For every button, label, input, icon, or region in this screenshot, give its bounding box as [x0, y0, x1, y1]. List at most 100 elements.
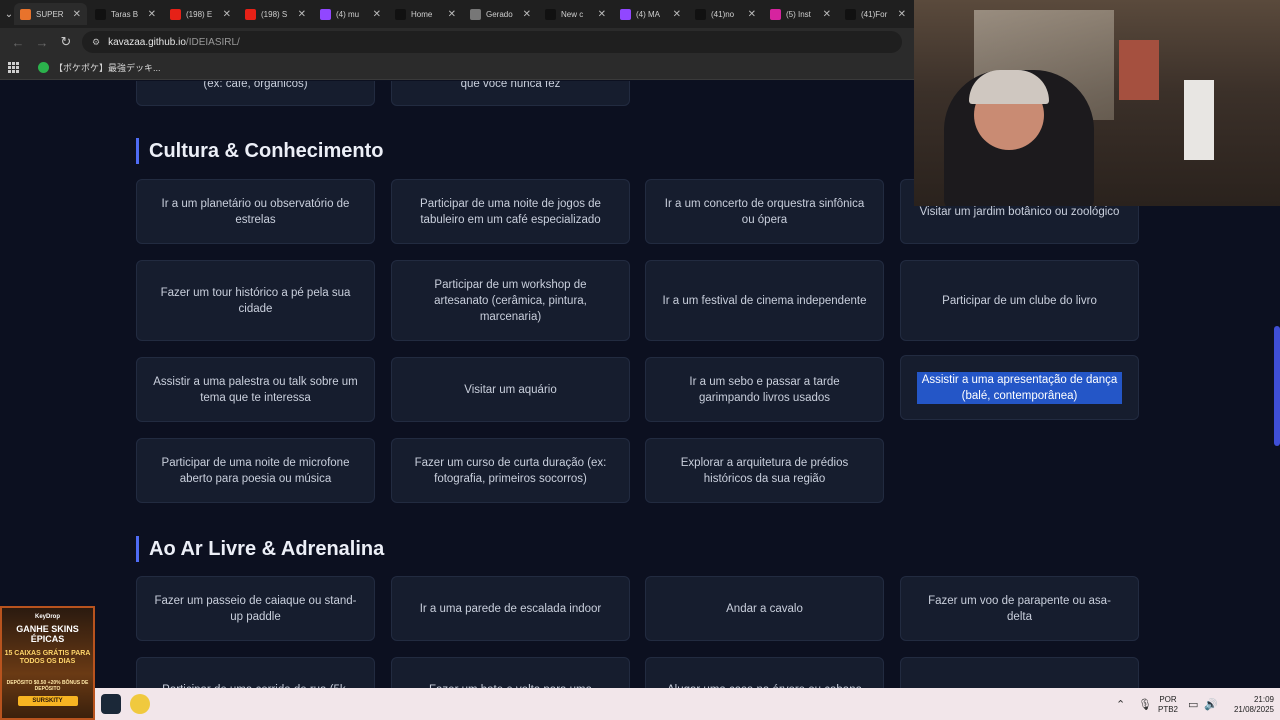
- idea-card-text: (ex: café, orgânicos): [203, 81, 308, 90]
- idea-card[interactable]: Fazer um curso de curta duração (ex: fot…: [391, 438, 630, 503]
- browser-tab[interactable]: SUPER ✕: [14, 3, 87, 25]
- idea-card-text: Fazer um tour histórico a pé pela sua ci…: [160, 286, 351, 315]
- tab-close-icon[interactable]: ✕: [523, 9, 531, 20]
- toolbar: ← → ↻ ⚙ kavazaa.github.io/IDEIASIRL/: [0, 28, 914, 56]
- idea-card[interactable]: Andar a cavalo: [645, 576, 884, 641]
- bookmark-item[interactable]: 【ポケポケ】最強デッキ...: [54, 61, 161, 74]
- forward-icon[interactable]: →: [30, 30, 54, 54]
- idea-card[interactable]: Assistir a uma palestra ou talk sobre um…: [136, 357, 375, 422]
- reload-icon[interactable]: ↻: [54, 30, 78, 54]
- idea-card[interactable]: Ir a uma parede de escalada indoor: [391, 576, 630, 641]
- idea-card[interactable]: (ex: café, orgânicos): [136, 81, 375, 106]
- site-info-icon[interactable]: ⚙: [92, 37, 100, 48]
- tab-favicon-icon: [770, 8, 781, 20]
- ad-brand: KeyDrop: [34, 614, 60, 620]
- browser-tab[interactable]: (41)no ✕: [689, 3, 762, 25]
- idea-card[interactable]: Visitar um aquário: [391, 357, 630, 422]
- idea-card-text: Participar de um clube do livro: [942, 294, 1097, 307]
- idea-card-text: Assistir a uma apresentação de dança (ba…: [917, 371, 1122, 404]
- volume-icon[interactable]: 🔊: [1204, 698, 1218, 711]
- tab-title: Taras B: [111, 9, 139, 19]
- browser-tab[interactable]: (5) Inst ✕: [764, 3, 837, 25]
- tab-title: (41)no: [711, 9, 735, 19]
- tab-favicon-icon: [320, 8, 331, 20]
- tab-title: Gerado: [486, 9, 513, 19]
- idea-card[interactable]: Ir a um sebo e passar a tarde garimpando…: [645, 357, 884, 422]
- tab-search-chevron-icon[interactable]: ⌄: [4, 0, 14, 28]
- browser-tab[interactable]: (41)For ✕: [839, 3, 912, 25]
- idea-card[interactable]: Participar de uma corrida de rua (5k,: [136, 657, 375, 688]
- tray-chevron-icon[interactable]: ⌃: [1116, 698, 1125, 711]
- idea-card[interactable]: Ir a um concerto de orquestra sinfônica …: [645, 179, 884, 244]
- idea-card[interactable]: que você nunca fez: [391, 81, 630, 106]
- microphone-icon[interactable]: 🎙: [1138, 698, 1152, 711]
- idea-card[interactable]: Fazer um voo de parapente ou asa-delta: [900, 576, 1139, 641]
- idea-card[interactable]: Participar de uma noite de microfone abe…: [136, 438, 375, 503]
- tab-title: (41)For: [861, 9, 888, 19]
- clock[interactable]: 21:09 21/08/2025: [1222, 695, 1274, 715]
- tab-list: SUPER ✕ Taras B ✕ (198) E ✕ (198) S ✕ (4) mu ✕ Hom…: [14, 3, 914, 25]
- browser-tab[interactable]: (198) E ✕: [164, 3, 237, 25]
- tab-close-icon[interactable]: ✕: [73, 9, 81, 20]
- language-indicator[interactable]: POR PTB2: [1156, 695, 1180, 715]
- idea-card-text: Visitar um aquário: [464, 383, 557, 396]
- tab-close-icon[interactable]: ✕: [373, 9, 381, 20]
- steam-icon[interactable]: [101, 694, 121, 714]
- idea-card-text: Ir a um sebo e passar a tarde garimpando…: [689, 375, 840, 404]
- browser-tab[interactable]: Home ✕: [389, 3, 462, 25]
- browser-tab[interactable]: (4) MA ✕: [614, 3, 687, 25]
- idea-card[interactable]: Ir a um planetário ou observatório de es…: [136, 179, 375, 244]
- tab-favicon-icon: [470, 8, 481, 20]
- idea-card[interactable]: Participar de uma noite de jogos de tabu…: [391, 179, 630, 244]
- address-bar[interactable]: ⚙ kavazaa.github.io/IDEIASIRL/: [82, 31, 902, 53]
- tab-favicon-icon: [395, 8, 406, 20]
- tab-title: (198) S: [261, 9, 288, 19]
- url-path: /IDEIASIRL/: [185, 36, 240, 48]
- tab-close-icon[interactable]: ✕: [148, 9, 156, 20]
- ad-offer: 15 CAIXAS GRÁTIS PARA TODOS OS DIAS: [4, 650, 91, 665]
- browser-tab[interactable]: (4) mu ✕: [314, 3, 387, 25]
- browser-tab[interactable]: Gerado ✕: [464, 3, 537, 25]
- apps-grid-icon[interactable]: [8, 61, 20, 74]
- idea-card[interactable]: [900, 657, 1139, 688]
- app-icon[interactable]: [130, 694, 150, 714]
- tab-close-icon[interactable]: ✕: [823, 9, 831, 20]
- browser-tab[interactable]: Taras B ✕: [89, 3, 162, 25]
- tab-favicon-icon: [95, 8, 106, 20]
- idea-card[interactable]: Explorar a arquitetura de prédios histór…: [645, 438, 884, 503]
- taskbar: ⌃ 🎙 POR PTB2 ▭ 🔊 21:09 21/08/2025: [0, 688, 1280, 720]
- tab-close-icon[interactable]: ✕: [673, 9, 681, 20]
- idea-card[interactable]: Assistir a uma apresentação de dança (ba…: [900, 355, 1139, 420]
- idea-card[interactable]: Alugar uma casa na árvore ou cabana: [645, 657, 884, 688]
- idea-card-text: Ir a um concerto de orquestra sinfônica …: [664, 197, 865, 226]
- tab-favicon-icon: [245, 8, 256, 20]
- tab-close-icon[interactable]: ✕: [598, 9, 606, 20]
- browser-tab[interactable]: New c ✕: [539, 3, 612, 25]
- idea-card-text: Ir a uma parede de escalada indoor: [419, 602, 602, 615]
- tab-close-icon[interactable]: ✕: [298, 9, 306, 20]
- idea-card[interactable]: Fazer um passeio de caiaque ou stand-up …: [136, 576, 375, 641]
- idea-card-text: Fazer um passeio de caiaque ou stand-up …: [154, 594, 357, 623]
- tab-close-icon[interactable]: ✕: [748, 9, 756, 20]
- idea-card[interactable]: Participar de um clube do livro: [900, 260, 1139, 341]
- browser-tab[interactable]: (198) S ✕: [239, 3, 312, 25]
- clock-time: 21:09: [1253, 695, 1274, 704]
- idea-card-text: Participar de uma noite de jogos de tabu…: [420, 197, 601, 226]
- idea-card-text: Participar de um workshop de artesanato …: [434, 278, 587, 323]
- network-icon[interactable]: ▭: [1188, 698, 1198, 711]
- tab-strip: ⌄ SUPER ✕ Taras B ✕ (198) E ✕ (198) S ✕ (4) mu ✕ H…: [0, 0, 914, 28]
- scrollbar-thumb[interactable]: [1274, 326, 1280, 446]
- back-icon[interactable]: ←: [6, 30, 30, 54]
- ad-banner[interactable]: KeyDrop GANHE SKINS ÉPICAS 15 CAIXAS GRÁ…: [0, 606, 95, 720]
- idea-card[interactable]: Participar de um workshop de artesanato …: [391, 260, 630, 341]
- tab-title: SUPER: [36, 9, 64, 19]
- tab-close-icon[interactable]: ✕: [223, 9, 231, 20]
- tab-title: (198) E: [186, 9, 213, 19]
- tab-close-icon[interactable]: ✕: [898, 9, 906, 20]
- idea-card[interactable]: Fazer um tour histórico a pé pela sua ci…: [136, 260, 375, 341]
- tab-close-icon[interactable]: ✕: [448, 9, 456, 20]
- idea-card-text: que você nunca fez: [460, 81, 561, 90]
- idea-card[interactable]: Ir a um festival de cinema independente: [645, 260, 884, 341]
- idea-card[interactable]: Fazer um bate e volta para uma: [391, 657, 630, 688]
- ad-code: SURSKITY: [17, 696, 78, 706]
